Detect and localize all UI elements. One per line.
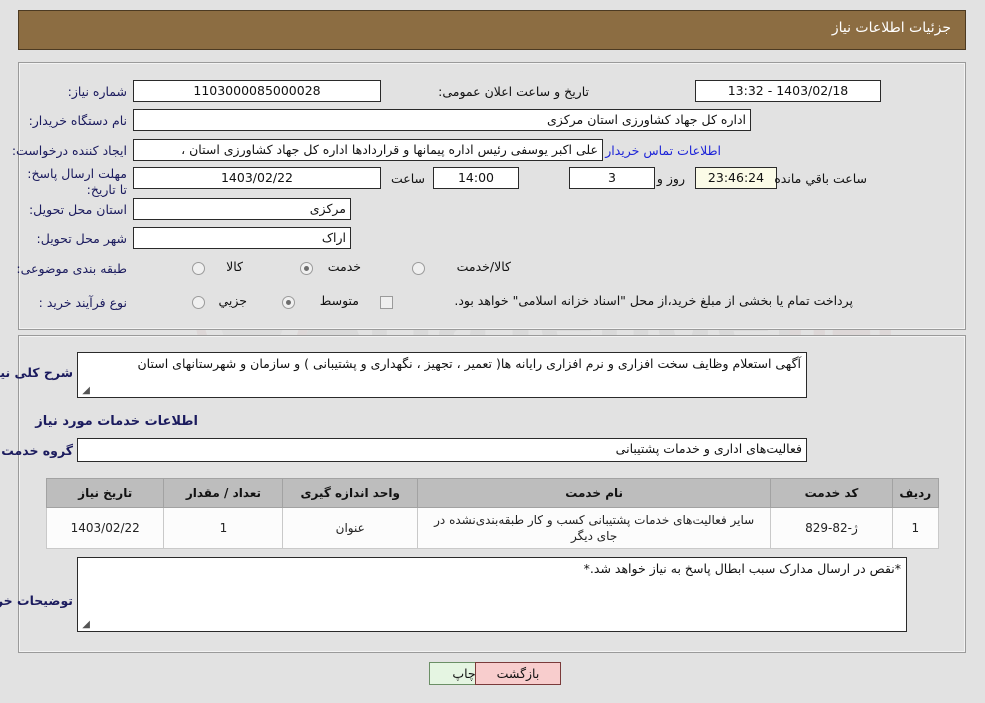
th-name: نام خدمت (416, 478, 772, 508)
general-description-textarea[interactable]: آگهی استعلام وظایف سخت افزاری و نرم افزا… (77, 352, 807, 398)
label-deadline-time: ساعت (390, 171, 425, 186)
back-button[interactable]: بازگشت (475, 662, 561, 685)
table-row: 1 ژ-82-829 سایر فعالیت‌های خدمات پشتیبان… (45, 507, 940, 549)
requester-field[interactable]: علی اکبر یوسفی رئیس اداره پیمانها و قرار… (133, 139, 603, 161)
radio-label-service: خدمت (327, 259, 361, 274)
radio-medium-purchase[interactable] (282, 296, 295, 309)
th-qty: تعداد / مقدار (163, 478, 284, 508)
cell-code: ژ-82-829 (770, 507, 893, 549)
general-description-text: آگهی استعلام وظایف سخت افزاری و نرم افزا… (137, 356, 802, 371)
need-number-field[interactable]: 1103000085000028 (133, 80, 381, 102)
buyer-org-field[interactable]: اداره کل جهاد کشاورزی استان مرکزی (133, 109, 751, 131)
delivery-city-field[interactable]: اراک (133, 227, 351, 249)
resize-grip-icon-notes[interactable]: ◢ (80, 620, 90, 630)
radio-service[interactable] (300, 262, 313, 275)
label-subject-classification: طبقه بندی موضوعی: (16, 261, 127, 276)
treasury-docs-checkbox[interactable] (380, 296, 393, 309)
cell-qty: 1 (163, 507, 284, 549)
cell-unit: عنوان (282, 507, 418, 549)
label-purchase-process: نوع فرآیند خرید : (38, 295, 127, 310)
delivery-province-field[interactable]: مرکزی (133, 198, 351, 220)
buyer-notes-text: *نقص در ارسال مدارک سبب ابطال پاسخ به نی… (583, 561, 901, 576)
label-requester: ایجاد کننده درخواست: (11, 143, 127, 158)
services-table: ردیف کد خدمت نام خدمت واحد اندازه گیری ت… (45, 478, 940, 549)
cell-row: 1 (891, 507, 940, 549)
public-announcement-field[interactable]: 1403/02/18 - 13:32 (695, 80, 881, 102)
countdown-field: 23:46:24 (695, 167, 777, 189)
radio-label-goods: کالا (226, 259, 243, 274)
buyer-notes-textarea[interactable]: *نقص در ارسال مدارک سبب ابطال پاسخ به نی… (77, 557, 907, 632)
radio-goods-service[interactable] (412, 262, 425, 275)
label-countdown-suffix: ساعت باقي مانده (774, 171, 867, 186)
resize-grip-icon[interactable]: ◢ (80, 386, 90, 396)
label-public-announcement: تاریخ و ساعت اعلان عمومی: (438, 84, 589, 99)
table-header-row: ردیف کد خدمت نام خدمت واحد اندازه گیری ت… (45, 478, 940, 508)
deadline-date-field[interactable]: 1403/02/22 (133, 167, 381, 189)
buyer-contact-link[interactable]: اطلاعات تماس خریدار (605, 143, 721, 158)
label-buyer-notes: توضیحات خریدار: (0, 593, 73, 608)
label-need-number: شماره نیاز: (67, 84, 127, 99)
service-group-field[interactable]: فعالیت‌های اداری و خدمات پشتیبانی (77, 438, 807, 462)
cell-name: سایر فعالیت‌های خدمات پشتیبانی کسب و کار… (416, 507, 772, 549)
label-delivery-province: استان محل تحویل: (28, 202, 127, 217)
label-buyer-org: نام دستگاه خریدار: (28, 113, 127, 128)
remaining-days-field[interactable]: 3 (569, 167, 655, 189)
treasury-docs-label: پرداخت تمام یا بخشی از مبلغ خرید،از محل … (454, 293, 853, 308)
label-delivery-city: شهر محل تحویل: (36, 231, 127, 246)
page-root: AriaTender .net جزئیات اطلاعات نیاز شمار… (0, 0, 985, 703)
label-deadline: مهلت ارسال پاسخ: تا تاریخ: (27, 166, 127, 197)
radio-label-medium-purchase: متوسط (319, 293, 359, 308)
th-unit: واحد اندازه گیری (282, 478, 418, 508)
label-days-suffix: روز و (656, 171, 685, 186)
services-section-title: اطلاعات خدمات مورد نیاز (35, 414, 198, 429)
radio-minor-purchase[interactable] (192, 296, 205, 309)
deadline-time-field[interactable]: 14:00 (433, 167, 519, 189)
radio-label-minor-purchase: جزیي (218, 293, 247, 308)
cell-date: 1403/02/22 (45, 507, 165, 549)
label-service-group: گروه خدمت: (0, 443, 73, 458)
radio-goods[interactable] (192, 262, 205, 275)
th-row: ردیف (891, 478, 940, 508)
label-general-description: شرح کلی نیاز: (0, 365, 73, 380)
page-title: جزئیات اطلاعات نیاز (831, 20, 951, 36)
th-date: تاریخ نیاز (45, 478, 165, 508)
radio-label-goods-service: کالا/خدمت (456, 259, 511, 274)
window-title-bar: جزئیات اطلاعات نیاز (18, 10, 966, 50)
th-code: کد خدمت (770, 478, 893, 508)
need-summary-panel (18, 62, 966, 330)
